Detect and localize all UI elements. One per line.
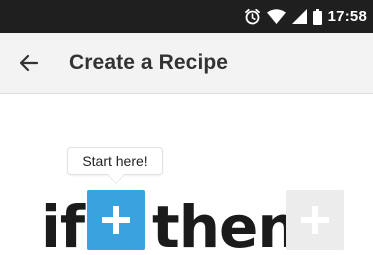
add-trigger-button[interactable] [87, 190, 145, 250]
alarm-icon [244, 8, 261, 25]
plus-icon [99, 203, 133, 237]
then-label: then [152, 193, 299, 255]
battery-icon [312, 8, 322, 25]
arrow-left-icon [17, 51, 41, 75]
plus-icon [298, 203, 332, 237]
tooltip-arrow [107, 173, 125, 183]
status-time: 17:58 [327, 8, 367, 25]
add-action-button[interactable] [286, 190, 344, 250]
wifi-icon [266, 9, 286, 24]
screen: 17:58 Create a Recipe Start here! if the… [0, 0, 373, 255]
status-bar: 17:58 [0, 0, 373, 33]
start-here-tooltip: Start here! [68, 148, 162, 174]
page-title: Create a Recipe [69, 51, 229, 74]
back-button[interactable] [17, 51, 41, 75]
app-toolbar: Create a Recipe [0, 33, 373, 94]
signal-icon [291, 9, 307, 24]
status-icons: 17:58 [244, 0, 367, 33]
if-label: if [41, 193, 85, 255]
